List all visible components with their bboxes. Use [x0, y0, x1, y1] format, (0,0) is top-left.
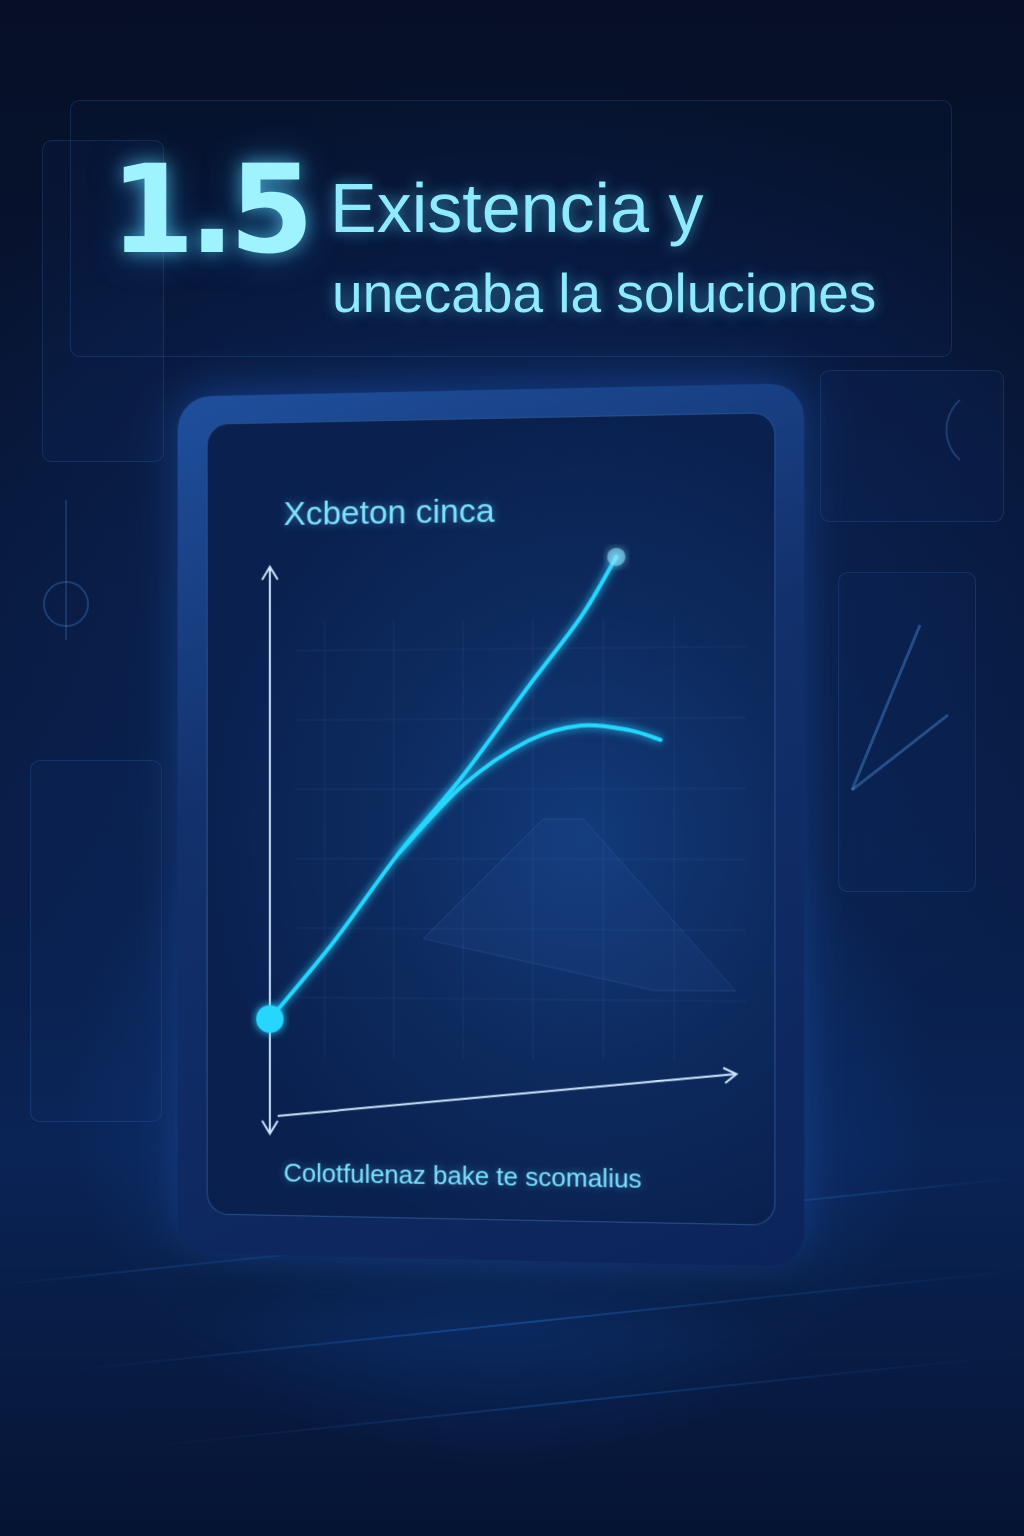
chart-background-grid — [295, 616, 745, 1062]
x-axis — [278, 1068, 736, 1122]
heading-title-line-1: Existencia y — [330, 168, 703, 248]
background-arc — [946, 400, 960, 460]
section-number: 1.5 — [110, 140, 308, 280]
grid-line-horizontal — [295, 997, 745, 1001]
scene: 1.5 Existencia y unecaba la soluciones X… — [0, 0, 1024, 1536]
chart-title: Xcbeton cinca — [284, 489, 495, 536]
device-screen: Xcbeton cinca Colotfulenaz bake te scoma… — [207, 412, 776, 1226]
heading: 1.5 Existencia y unecaba la soluciones — [110, 140, 950, 330]
heading-title-line-2: unecaba la soluciones — [332, 260, 876, 326]
mesh-shape — [423, 819, 735, 991]
grid-line-horizontal — [295, 718, 745, 720]
start-point-marker — [256, 1005, 283, 1033]
device-card: Xcbeton cinca Colotfulenaz bake te scoma… — [178, 383, 805, 1267]
grid-line-horizontal — [295, 789, 745, 790]
chart-caption: Colotfulenaz bake te scomalius — [284, 1156, 642, 1196]
grid-line-horizontal — [295, 647, 745, 651]
series-tip-glow — [607, 548, 625, 566]
